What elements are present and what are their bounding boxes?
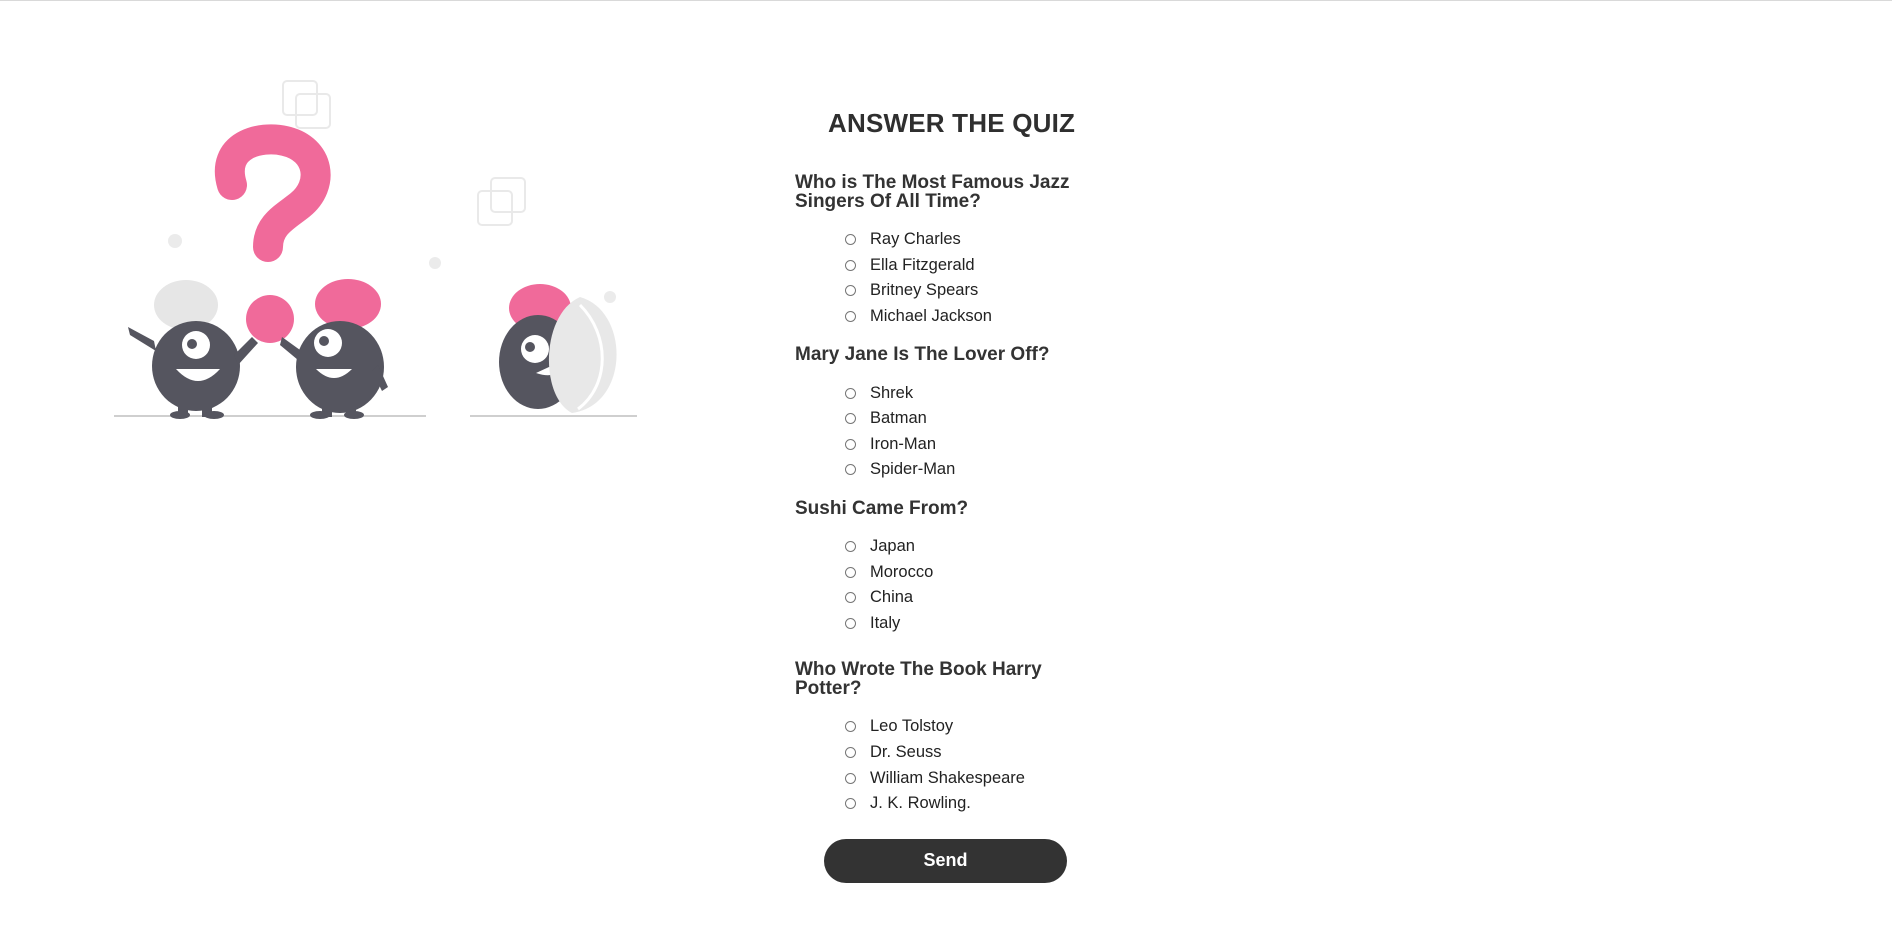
radio-button[interactable]	[845, 285, 856, 297]
radio-button[interactable]	[845, 387, 856, 399]
option-label: Batman	[870, 409, 927, 428]
question-text: Who is The Most Famous Jazz Singers Of A…	[795, 172, 1070, 212]
option-label: Shrek	[870, 383, 914, 402]
option-label: Britney Spears	[870, 281, 979, 300]
character-right	[499, 284, 617, 413]
radio-button[interactable]	[845, 592, 856, 604]
answer-option[interactable]: Japan	[795, 534, 1075, 560]
radio-button[interactable]	[845, 413, 856, 425]
answer-option[interactable]: Dr. Seuss	[795, 740, 1075, 766]
question-text: Mary Jane Is The Lover Off?	[795, 344, 1050, 366]
decorative-squares-right	[477, 177, 526, 226]
radio-button[interactable]	[845, 617, 856, 629]
question-mark-icon	[214, 124, 331, 343]
option-label: Leo Tolstoy	[870, 717, 954, 736]
decorative-dot	[429, 257, 441, 269]
answer-option[interactable]: Michael Jackson	[795, 304, 1075, 330]
question-4: Who Wrote The Book Harry Potter? Leo Tol…	[795, 660, 1075, 816]
character-left	[128, 280, 258, 419]
send-button[interactable]: Send	[824, 838, 1067, 883]
answer-option[interactable]: Ray Charles	[795, 227, 1075, 253]
quiz-characters-illustration	[114, 80, 637, 419]
radio-button[interactable]	[845, 259, 856, 271]
radio-button[interactable]	[845, 464, 856, 476]
question-3: Sushi Came From? Japan Morocco China Ita…	[795, 499, 1075, 636]
answer-option[interactable]: J. K. Rowling.	[795, 791, 1075, 817]
question-text: Sushi Came From?	[795, 497, 969, 519]
answer-option[interactable]: Ella Fitzgerald	[795, 253, 1075, 279]
option-label: Dr. Seuss	[870, 743, 942, 762]
answer-option[interactable]: China	[795, 585, 1075, 611]
answer-option[interactable]: Spider-Man	[795, 457, 1075, 483]
radio-button[interactable]	[845, 438, 856, 450]
answer-option[interactable]: William Shakespeare	[795, 765, 1075, 791]
option-label: Morocco	[870, 562, 934, 581]
decorative-dot	[604, 291, 616, 303]
decorative-squares-top	[282, 80, 331, 129]
option-label: Italy	[870, 613, 901, 632]
option-label: J. K. Rowling.	[870, 794, 971, 813]
answer-option[interactable]: Leo Tolstoy	[795, 714, 1075, 740]
answer-option[interactable]: Morocco	[795, 559, 1075, 585]
question-1: Who is The Most Famous Jazz Singers Of A…	[795, 173, 1075, 329]
quiz-form: ANSWER THE QUIZ Who is The Most Famous J…	[795, 105, 1075, 883]
answer-option[interactable]: Batman	[795, 406, 1075, 432]
option-label: William Shakespeare	[870, 768, 1025, 787]
option-label: Iron-Man	[870, 434, 937, 453]
character-middle	[280, 279, 388, 419]
radio-button[interactable]	[845, 798, 856, 810]
radio-button[interactable]	[845, 721, 856, 733]
answer-option[interactable]: Britney Spears	[795, 278, 1075, 304]
radio-button[interactable]	[845, 772, 856, 784]
option-label: Japan	[870, 537, 915, 556]
option-label: Spider-Man	[870, 460, 956, 479]
answer-option[interactable]: Iron-Man	[795, 432, 1075, 458]
question-2: Mary Jane Is The Lover Off? Shrek Batman…	[795, 345, 1075, 482]
option-label: Michael Jackson	[870, 307, 992, 326]
radio-button[interactable]	[845, 541, 856, 553]
question-text: Who Wrote The Book Harry Potter?	[795, 659, 1042, 700]
option-label: China	[870, 588, 914, 607]
quiz-title: ANSWER THE QUIZ	[828, 108, 1076, 138]
top-divider	[0, 0, 1892, 1]
radio-button[interactable]	[845, 747, 856, 759]
answer-option[interactable]: Italy	[795, 611, 1075, 637]
decorative-dot	[168, 234, 182, 248]
radio-button[interactable]	[845, 234, 856, 246]
option-label: Ray Charles	[870, 230, 961, 249]
answer-option[interactable]: Shrek	[795, 380, 1075, 406]
radio-button[interactable]	[845, 566, 856, 578]
option-label: Ella Fitzgerald	[870, 255, 975, 274]
radio-button[interactable]	[845, 311, 856, 323]
